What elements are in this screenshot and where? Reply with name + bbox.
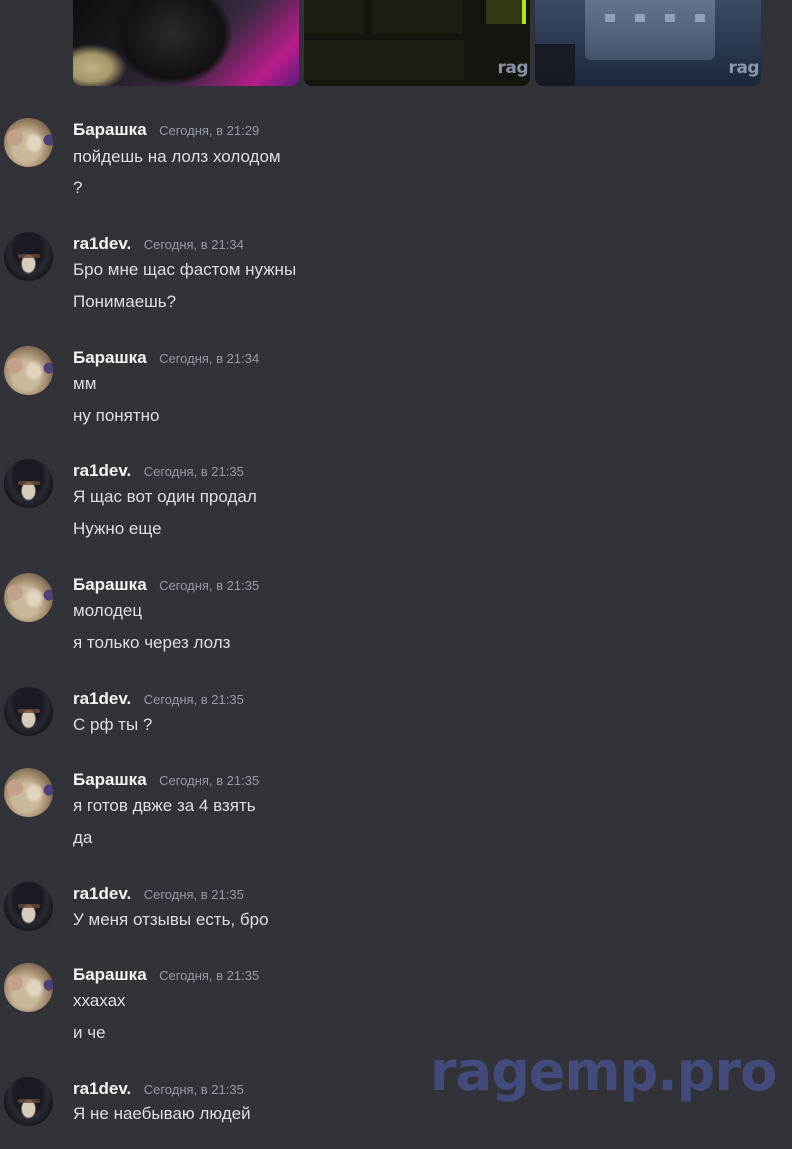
- timestamp: Сегодня, в 21:35: [159, 773, 260, 788]
- author-name[interactable]: ra1dev.: [73, 689, 131, 708]
- message-text: Я не наебываю людей: [73, 1104, 251, 1123]
- message-header: Барашка Сегодня, в 21:34: [73, 347, 259, 369]
- message-text: да: [73, 828, 93, 847]
- message-header: Барашка Сегодня, в 21:35: [73, 574, 259, 596]
- timestamp: Сегодня, в 21:34: [143, 237, 244, 252]
- message-text: я готов двже за 4 взять: [73, 796, 256, 815]
- message-header: ra1dev. Сегодня, в 21:35: [73, 1078, 244, 1100]
- timestamp: Сегодня, в 21:29: [159, 123, 260, 138]
- timestamp: Сегодня, в 21:35: [143, 887, 244, 902]
- image-watermark: rag: [728, 58, 759, 78]
- author-name[interactable]: ra1dev.: [73, 461, 131, 480]
- message-text: и че: [73, 1023, 106, 1042]
- timestamp: Сегодня, в 21:35: [143, 1082, 244, 1097]
- timestamp: Сегодня, в 21:35: [159, 578, 260, 593]
- message-text: Бро мне щас фастом нужны: [73, 260, 297, 279]
- message-header: ra1dev. Сегодня, в 21:35: [73, 688, 244, 710]
- avatar[interactable]: [4, 687, 53, 736]
- message-text: У меня отзывы есть, бро: [73, 910, 269, 929]
- site-watermark: ragemp.pro: [430, 1040, 777, 1103]
- image-attachments: rag rag: [73, 0, 761, 86]
- avatar[interactable]: [4, 882, 53, 931]
- message-text: мм: [73, 374, 97, 393]
- message-text: ?: [73, 178, 83, 197]
- message-header: Барашка Сегодня, в 21:29: [73, 119, 259, 141]
- message-header: ra1dev. Сегодня, в 21:35: [73, 460, 244, 482]
- avatar[interactable]: [4, 1077, 53, 1126]
- timestamp: Сегодня, в 21:35: [159, 968, 260, 983]
- avatar[interactable]: [4, 232, 53, 281]
- timestamp: Сегодня, в 21:35: [143, 692, 244, 707]
- avatar[interactable]: [4, 573, 53, 622]
- message-text: Я щас вот один продал: [73, 487, 257, 506]
- message-text: ххахах: [73, 991, 126, 1010]
- image-watermark: rag: [497, 58, 528, 78]
- message-header: Барашка Сегодня, в 21:35: [73, 769, 259, 791]
- author-name[interactable]: Барашка: [73, 120, 147, 139]
- message-text: ну понятно: [73, 406, 160, 425]
- author-name[interactable]: Барашка: [73, 770, 147, 789]
- image-attachment[interactable]: [73, 0, 299, 86]
- message-text: молодец: [73, 601, 143, 620]
- author-name[interactable]: Барашка: [73, 575, 147, 594]
- avatar[interactable]: [4, 118, 53, 167]
- author-name[interactable]: ra1dev.: [73, 234, 131, 253]
- image-attachment[interactable]: rag: [535, 0, 761, 86]
- message-header: ra1dev. Сегодня, в 21:34: [73, 233, 244, 255]
- message-header: ra1dev. Сегодня, в 21:35: [73, 883, 244, 905]
- message-header: Барашка Сегодня, в 21:35: [73, 964, 259, 986]
- author-name[interactable]: Барашка: [73, 348, 147, 367]
- message-text: я только через лолз: [73, 633, 231, 652]
- author-name[interactable]: ra1dev.: [73, 884, 131, 903]
- avatar[interactable]: [4, 963, 53, 1012]
- avatar[interactable]: [4, 768, 53, 817]
- timestamp: Сегодня, в 21:34: [159, 351, 260, 366]
- chat-view: rag rag Барашка Сегодня, в 21:29 пойдешь…: [0, 0, 792, 1149]
- avatar[interactable]: [4, 459, 53, 508]
- message-text: С рф ты ?: [73, 715, 153, 734]
- author-name[interactable]: ra1dev.: [73, 1079, 131, 1098]
- timestamp: Сегодня, в 21:35: [143, 464, 244, 479]
- author-name[interactable]: Барашка: [73, 965, 147, 984]
- message-text: Нужно еще: [73, 519, 162, 538]
- avatar[interactable]: [4, 346, 53, 395]
- message-text: пойдешь на лолз холодом: [73, 147, 281, 166]
- image-attachment[interactable]: rag: [304, 0, 530, 86]
- message-text: Понимаешь?: [73, 292, 177, 311]
